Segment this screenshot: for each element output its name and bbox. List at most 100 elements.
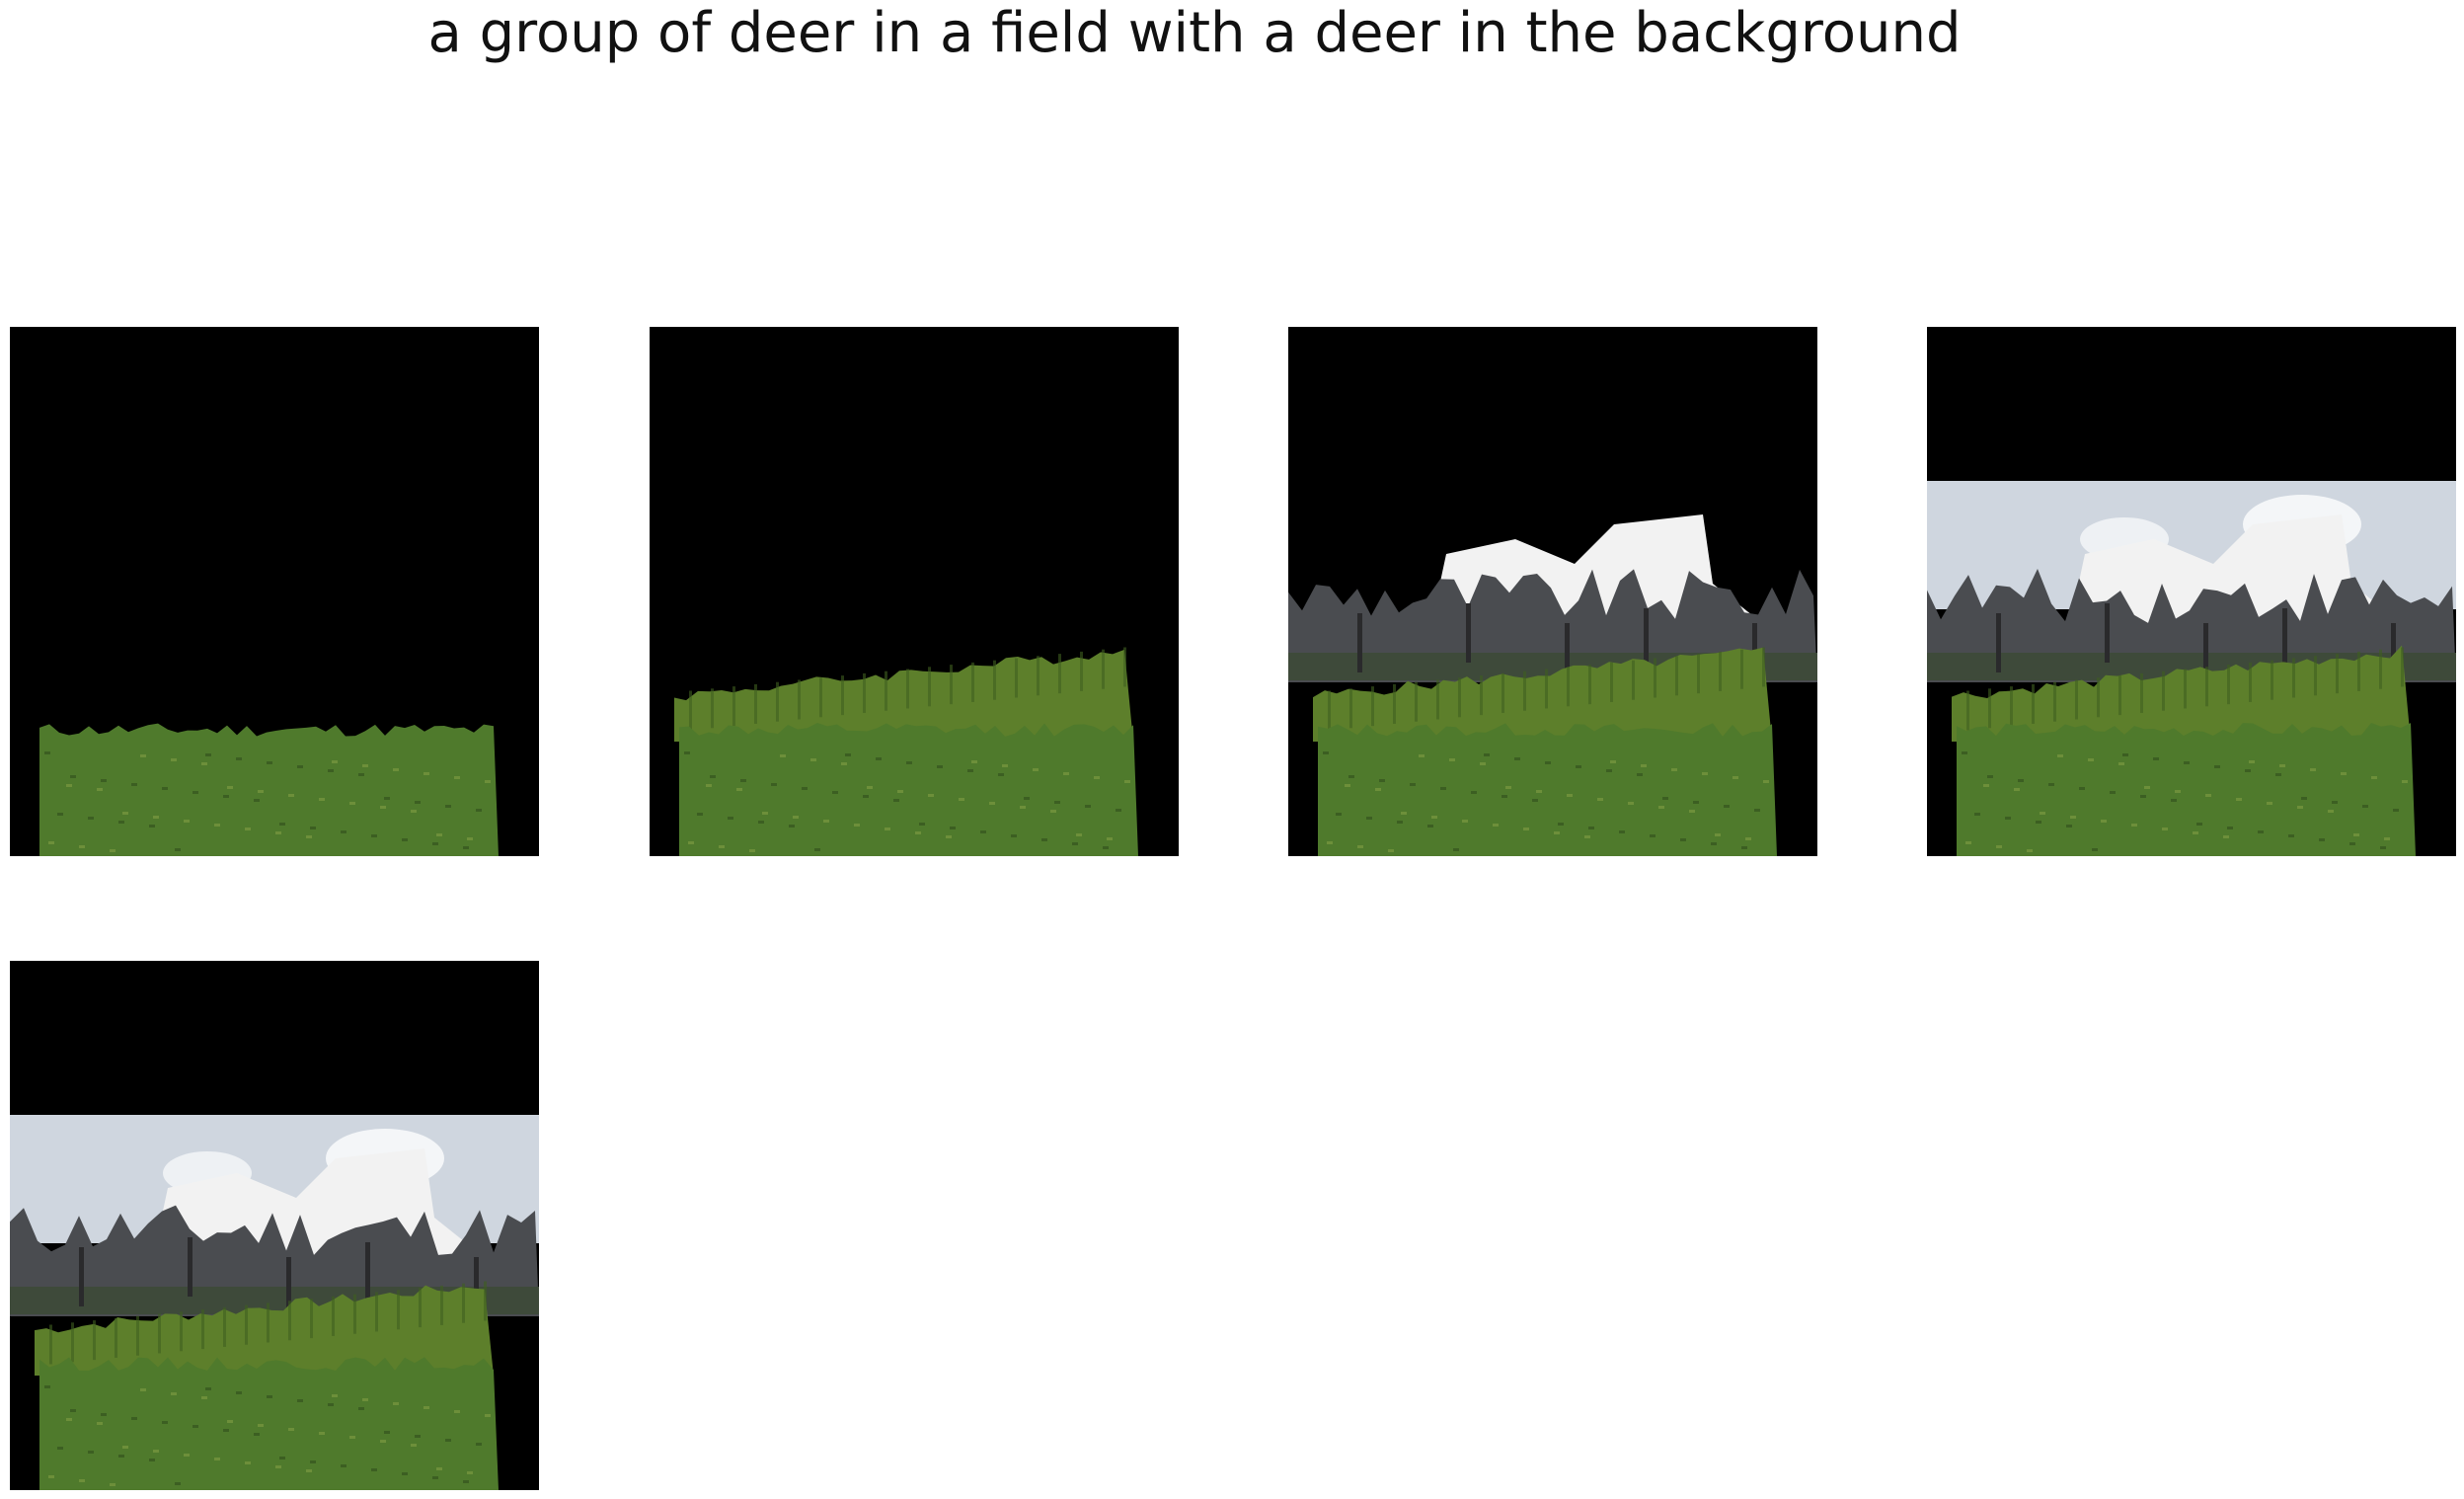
grass-texture [2014,788,2020,791]
grass-texture [2101,820,2107,823]
grass-texture [214,1458,220,1460]
hedge-shadow [2249,662,2252,702]
hedge-shadow [115,1317,117,1358]
grass-texture [1449,758,1455,761]
hedge-shadow [1988,688,1991,729]
grass-texture [2057,754,2063,757]
grass-texture [118,821,124,824]
grass-texture [131,1417,137,1420]
grass-texture [2245,769,2251,772]
grass-texture [2122,753,2128,756]
grass-texture [1440,787,1446,790]
grass-texture [1094,776,1100,779]
panel-2-scene [674,647,1138,856]
grass-texture [358,1407,364,1410]
grass-texture [1366,817,1372,820]
grass-texture [1545,761,1551,764]
grass-texture [275,1465,281,1468]
grass-texture [989,802,995,805]
grass-texture [227,786,233,789]
grass-texture [445,805,451,808]
hedge-shadow [2401,647,2404,687]
hedge-shadow [1328,690,1331,731]
grass-texture [867,786,873,789]
grass-texture [1996,845,2002,848]
hedge-shadow [971,662,974,702]
grass-texture [467,837,473,840]
grass-texture [162,1421,168,1424]
grass-texture [719,845,725,848]
grass-texture [279,1457,285,1460]
grass-texture [110,849,116,852]
grass-texture [1588,827,1594,829]
grass-texture [906,761,912,764]
grass-texture [2018,779,2024,782]
tree-trunk [1644,608,1649,668]
hedge-shadow [1719,651,1722,691]
grass-texture [254,799,260,802]
grass-texture [2092,848,2098,851]
grass-texture [306,835,312,838]
image-panel-2 [650,327,1179,856]
grass-texture [1523,828,1529,830]
tree-trunk [1996,613,2001,672]
hedge-shadow [2075,679,2078,720]
grass-texture [2267,802,2272,805]
hedge-shadow [2162,671,2165,711]
grass-texture [362,764,368,767]
grass-texture [2131,824,2137,827]
grass-texture [2175,790,2181,793]
grass-texture [310,1460,316,1463]
grass-texture [288,794,294,797]
hedge-shadow [2097,677,2100,718]
grass-texture [1379,779,1385,782]
hedge-shadow [2227,665,2230,705]
grass-texture [175,1482,181,1485]
grass-texture [758,821,764,824]
hedge-shadow [49,1324,52,1365]
grass-texture [2380,846,2386,849]
grass-texture [454,1410,460,1413]
grass-texture [436,833,442,836]
grass-texture [57,1447,63,1450]
grass-texture [2236,798,2242,801]
grass-texture [2301,797,2307,800]
grass-texture [1619,830,1625,833]
grass-texture [341,830,346,833]
hedge-shadow [711,688,714,729]
grass-texture [140,754,146,757]
grass-texture [736,788,742,791]
grass-texture [2332,801,2338,804]
grass-texture [362,1398,368,1401]
grass-texture [1689,810,1695,813]
hedge-shadow [71,1322,74,1363]
grass-texture [1650,834,1656,837]
grass-texture [810,758,816,761]
grass-texture [319,1432,325,1435]
grass-texture [1401,812,1407,815]
grass-texture [149,825,155,828]
grass-texture [1732,776,1738,779]
tree-trunk [2105,603,2110,663]
grass-texture [332,760,338,763]
hedge-shadow [2357,651,2360,691]
grass-texture [1724,805,1730,808]
grass-texture [2027,849,2033,852]
grass-texture [2349,842,2355,845]
grass-texture [432,1476,438,1479]
grass-texture [1480,762,1486,765]
grass-texture [1375,788,1381,791]
hedge-shadow [223,1306,226,1347]
grass-texture [171,758,177,761]
grass-texture [1345,784,1350,787]
grass-texture [1987,775,1993,778]
grass-texture [380,1440,386,1443]
hedge-shadow [754,683,757,724]
grass-texture [980,830,986,833]
grass-texture [267,1395,272,1398]
grass-texture [1410,783,1416,786]
grass-texture [1606,769,1612,772]
grass-texture [122,1446,128,1449]
grass-texture [2144,786,2150,789]
grass-texture [79,1479,85,1482]
